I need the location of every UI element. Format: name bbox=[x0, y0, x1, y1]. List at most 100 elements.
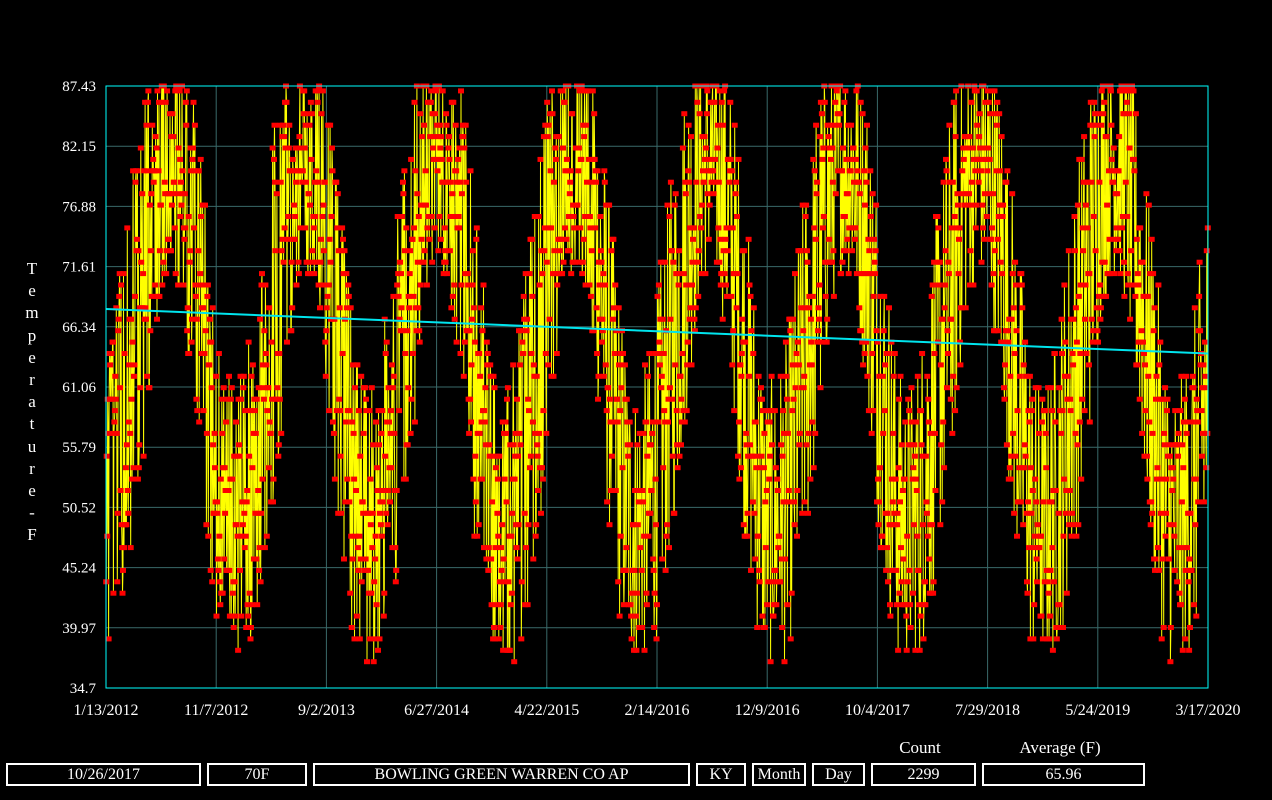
data-point bbox=[843, 156, 850, 162]
data-point bbox=[661, 408, 668, 414]
data-point bbox=[545, 362, 552, 368]
data-point bbox=[289, 156, 296, 162]
data-point bbox=[801, 373, 808, 379]
data-point bbox=[852, 236, 858, 242]
data-point bbox=[738, 351, 745, 356]
data-point bbox=[295, 271, 302, 277]
data-point bbox=[816, 282, 823, 288]
month-button[interactable]: Month bbox=[752, 763, 806, 786]
data-point bbox=[1034, 522, 1041, 528]
data-point bbox=[255, 488, 262, 493]
data-point bbox=[367, 476, 374, 482]
data-point bbox=[914, 373, 921, 379]
station-field[interactable]: BOWLING GREEN WARREN CO AP bbox=[313, 763, 690, 786]
data-point bbox=[345, 293, 352, 299]
data-point bbox=[1096, 282, 1103, 288]
data-point bbox=[935, 225, 942, 231]
data-point bbox=[634, 522, 641, 528]
data-point bbox=[949, 179, 956, 185]
data-point bbox=[865, 236, 872, 242]
data-point bbox=[1106, 236, 1113, 242]
data-point bbox=[156, 293, 163, 299]
data-point bbox=[990, 191, 996, 197]
data-point bbox=[1050, 579, 1057, 585]
data-point bbox=[870, 408, 877, 414]
data-point bbox=[203, 430, 210, 436]
data-point bbox=[554, 282, 561, 288]
data-point bbox=[612, 282, 619, 288]
data-point bbox=[1052, 488, 1059, 493]
data-point bbox=[762, 545, 769, 551]
data-point bbox=[1033, 499, 1040, 505]
data-point bbox=[644, 373, 651, 379]
data-point bbox=[233, 419, 240, 425]
data-point bbox=[783, 396, 790, 402]
data-point bbox=[1061, 476, 1067, 482]
data-point bbox=[319, 88, 326, 94]
data-point bbox=[1013, 282, 1019, 288]
data-point bbox=[398, 271, 404, 277]
y-axis-label-char: m bbox=[25, 303, 39, 323]
data-point bbox=[738, 373, 745, 379]
data-point bbox=[607, 396, 613, 402]
data-point bbox=[934, 214, 941, 219]
data-point bbox=[785, 488, 792, 493]
data-point bbox=[291, 236, 298, 242]
data-point bbox=[750, 305, 757, 311]
data-point bbox=[281, 225, 288, 231]
data-point bbox=[1197, 328, 1204, 334]
data-point bbox=[655, 351, 661, 356]
data-point bbox=[249, 465, 256, 471]
data-point bbox=[242, 533, 249, 539]
temperature-field[interactable]: 70F bbox=[207, 763, 307, 786]
data-point bbox=[357, 453, 364, 459]
data-point bbox=[249, 602, 255, 608]
data-point bbox=[387, 499, 393, 505]
data-point bbox=[977, 156, 984, 162]
data-point bbox=[583, 122, 590, 128]
data-point bbox=[1042, 408, 1049, 414]
data-point bbox=[811, 225, 818, 231]
data-point bbox=[747, 293, 754, 299]
data-point bbox=[710, 191, 717, 197]
data-point bbox=[114, 510, 121, 516]
data-point bbox=[1067, 408, 1074, 414]
data-point bbox=[875, 499, 882, 505]
data-point bbox=[881, 293, 888, 299]
data-point bbox=[983, 214, 990, 219]
data-point bbox=[813, 122, 820, 128]
data-point bbox=[736, 419, 742, 425]
data-point bbox=[926, 556, 933, 562]
data-point bbox=[1145, 373, 1152, 379]
data-point bbox=[553, 351, 560, 356]
data-point bbox=[390, 293, 397, 299]
data-point bbox=[1119, 225, 1125, 231]
data-point bbox=[891, 351, 898, 356]
data-point bbox=[216, 579, 223, 585]
data-point bbox=[146, 385, 153, 391]
data-point bbox=[608, 453, 615, 459]
data-point bbox=[632, 613, 639, 619]
data-point bbox=[779, 625, 786, 630]
date-field[interactable]: 10/26/2017 bbox=[6, 763, 201, 786]
data-point bbox=[1126, 145, 1133, 151]
data-point bbox=[1036, 430, 1042, 436]
y-tick-label: 87.43 bbox=[62, 79, 96, 95]
data-point bbox=[360, 430, 367, 436]
data-point bbox=[195, 168, 202, 174]
data-point bbox=[734, 271, 741, 277]
day-button[interactable]: Day bbox=[812, 763, 865, 786]
data-point bbox=[372, 556, 379, 562]
data-point bbox=[807, 476, 814, 482]
data-point bbox=[680, 271, 687, 277]
data-point bbox=[225, 488, 232, 493]
data-point bbox=[747, 442, 753, 448]
data-point bbox=[510, 442, 517, 448]
data-point bbox=[869, 351, 876, 356]
state-field[interactable]: KY bbox=[696, 763, 746, 786]
data-point bbox=[393, 488, 400, 493]
temperature-chart: 87.4382.1576.8871.6166.3461.0655.7950.52… bbox=[62, 79, 1240, 719]
data-point bbox=[807, 316, 814, 322]
data-point bbox=[826, 236, 833, 242]
data-point bbox=[176, 88, 183, 94]
